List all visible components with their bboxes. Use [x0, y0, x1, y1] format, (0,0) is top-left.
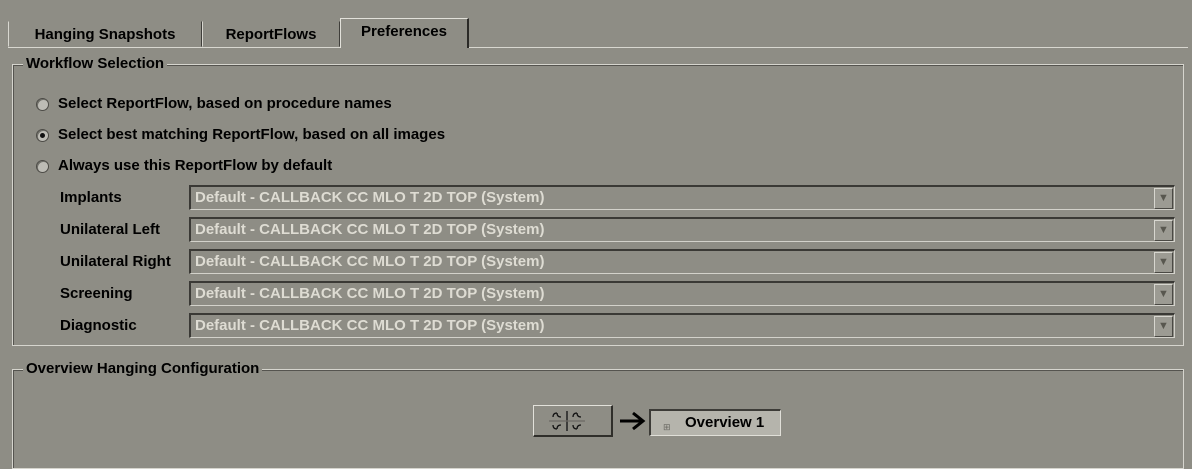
chevron-down-icon[interactable]: ▼: [1154, 188, 1173, 209]
radio-button[interactable]: [36, 97, 49, 111]
tab-hanging-snapshots[interactable]: Hanging Snapshots: [8, 21, 202, 47]
flow-row-unilateral-left: Unilateral Left Default - CALLBACK CC ML…: [60, 216, 1175, 243]
tab-reportflows[interactable]: ReportFlows: [202, 21, 340, 47]
select-value: Default - CALLBACK CC MLO T 2D TOP (Syst…: [195, 221, 545, 238]
flow-label: Diagnostic: [60, 317, 137, 334]
chevron-down-icon[interactable]: ▼: [1154, 316, 1173, 337]
flow-row-diagnostic: Diagnostic Default - CALLBACK CC MLO T 2…: [60, 312, 1175, 339]
overview-target-field[interactable]: ⊞ Overview 1: [649, 409, 781, 436]
hanging-layout-icon: [549, 411, 585, 431]
flow-label: Implants: [60, 189, 122, 206]
chevron-down-icon[interactable]: ▼: [1154, 220, 1173, 241]
select-value: Default - CALLBACK CC MLO T 2D TOP (Syst…: [195, 253, 545, 270]
radio-option-procedure-names[interactable]: Select ReportFlow, based on procedure na…: [36, 93, 392, 115]
chevron-down-icon[interactable]: ▼: [1154, 252, 1173, 273]
flow-label: Unilateral Left: [60, 221, 161, 238]
radio-button-selected[interactable]: [36, 128, 49, 142]
radio-option-always-default[interactable]: Always use this ReportFlow by default: [36, 155, 332, 177]
radio-label: Select best matching ReportFlow, based o…: [58, 126, 446, 143]
flow-row-implants: Implants Default - CALLBACK CC MLO T 2D …: [60, 184, 1175, 211]
hanging-layout-button[interactable]: [533, 405, 613, 437]
flow-label: Unilateral Right: [60, 253, 171, 270]
screening-select[interactable]: Default - CALLBACK CC MLO T 2D TOP (Syst…: [189, 281, 1175, 306]
overview-hanging-title: Overview Hanging Configuration: [23, 360, 263, 378]
unilateral-left-select[interactable]: Default - CALLBACK CC MLO T 2D TOP (Syst…: [189, 217, 1175, 242]
tab-preferences[interactable]: Preferences: [340, 18, 469, 48]
overview-mini-icon: ⊞: [663, 422, 671, 432]
radio-label: Select ReportFlow, based on procedure na…: [58, 95, 392, 112]
arrow-right-icon: [620, 411, 646, 431]
chevron-down-icon[interactable]: ▼: [1154, 284, 1173, 305]
flow-label: Screening: [60, 285, 133, 302]
radio-button[interactable]: [36, 159, 49, 173]
implants-select[interactable]: Default - CALLBACK CC MLO T 2D TOP (Syst…: [189, 185, 1175, 210]
select-value: Default - CALLBACK CC MLO T 2D TOP (Syst…: [195, 317, 545, 334]
diagnostic-select[interactable]: Default - CALLBACK CC MLO T 2D TOP (Syst…: [189, 313, 1175, 338]
tab-bar: Hanging Snapshots ReportFlows Preference…: [8, 18, 1188, 48]
radio-option-best-matching[interactable]: Select best matching ReportFlow, based o…: [36, 124, 445, 146]
radio-label: Always use this ReportFlow by default: [58, 157, 333, 174]
select-value: Default - CALLBACK CC MLO T 2D TOP (Syst…: [195, 285, 545, 302]
flow-row-screening: Screening Default - CALLBACK CC MLO T 2D…: [60, 280, 1175, 307]
workflow-selection-title: Workflow Selection: [23, 55, 168, 73]
unilateral-right-select[interactable]: Default - CALLBACK CC MLO T 2D TOP (Syst…: [189, 249, 1175, 274]
flow-row-unilateral-right: Unilateral Right Default - CALLBACK CC M…: [60, 248, 1175, 275]
overview-label: Overview 1: [685, 414, 765, 431]
select-value: Default - CALLBACK CC MLO T 2D TOP (Syst…: [195, 189, 545, 206]
